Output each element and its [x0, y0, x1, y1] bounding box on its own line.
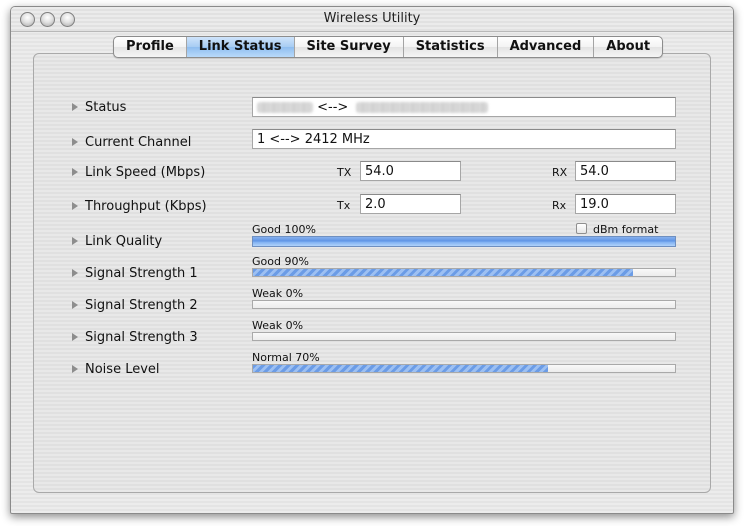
- title-bar[interactable]: Wireless Utility: [11, 7, 733, 32]
- throughput-tx-label: Tx: [337, 199, 351, 212]
- status-arrow: <-->: [317, 100, 349, 115]
- signal-strength-3-meter-text: Weak 0%: [252, 319, 304, 332]
- link-speed-rx-label: RX: [552, 166, 568, 179]
- link-quality-meter-fill: [253, 237, 675, 246]
- disclosure-triangle-icon[interactable]: [72, 202, 78, 210]
- link-quality-row[interactable]: Link Quality: [72, 233, 162, 249]
- noise-level-label: Noise Level: [85, 361, 160, 377]
- signal-strength-3-label: Signal Strength 3: [85, 329, 198, 345]
- tab-about[interactable]: About: [594, 37, 662, 57]
- signal-strength-2-row[interactable]: Signal Strength 2: [72, 297, 198, 313]
- disclosure-triangle-icon[interactable]: [72, 333, 78, 341]
- link-speed-tx-field: 54.0: [360, 161, 461, 181]
- disclosure-triangle-icon[interactable]: [72, 237, 78, 245]
- tab-profile[interactable]: Profile: [114, 37, 187, 57]
- disclosure-triangle-icon[interactable]: [72, 138, 78, 146]
- throughput-row[interactable]: Throughput (Kbps): [72, 198, 207, 214]
- signal-strength-2-meter: [252, 300, 676, 309]
- link-speed-row[interactable]: Link Speed (Mbps): [72, 164, 205, 180]
- current-channel-field: 1 <--> 2412 MHz: [252, 129, 676, 149]
- signal-strength-3-meter: [252, 332, 676, 341]
- redacted-ssid: [257, 102, 313, 113]
- link-quality-meter: [252, 236, 676, 247]
- throughput-rx-field: 19.0: [575, 194, 676, 214]
- current-channel-label: Current Channel: [85, 134, 192, 150]
- signal-strength-1-label: Signal Strength 1: [85, 265, 198, 281]
- tab-link-status[interactable]: Link Status: [186, 37, 295, 57]
- tab-advanced[interactable]: Advanced: [498, 37, 595, 57]
- throughput-tx-field: 2.0: [360, 194, 461, 214]
- disclosure-triangle-icon[interactable]: [72, 365, 78, 373]
- dbm-format-label[interactable]: dBm format: [593, 223, 658, 236]
- disclosure-triangle-icon[interactable]: [72, 269, 78, 277]
- signal-strength-1-meter-fill: [253, 269, 633, 276]
- link-speed-label: Link Speed (Mbps): [85, 164, 206, 180]
- link-speed-rx-field: 54.0: [575, 161, 676, 181]
- signal-strength-2-meter-text: Weak 0%: [252, 287, 304, 300]
- noise-level-row[interactable]: Noise Level: [72, 361, 160, 377]
- status-row[interactable]: Status: [72, 99, 126, 115]
- link-quality-label: Link Quality: [85, 233, 163, 249]
- disclosure-triangle-icon[interactable]: [72, 168, 78, 176]
- signal-strength-1-row[interactable]: Signal Strength 1: [72, 265, 198, 281]
- tab-statistics[interactable]: Statistics: [404, 37, 498, 57]
- redacted-mac-address: [356, 102, 489, 113]
- status-field: <-->: [252, 97, 676, 117]
- throughput-label: Throughput (Kbps): [85, 198, 207, 214]
- disclosure-triangle-icon[interactable]: [72, 103, 78, 111]
- status-label: Status: [85, 99, 127, 115]
- link-speed-tx-label: TX: [337, 166, 352, 179]
- throughput-rx-label: Rx: [552, 199, 567, 212]
- signal-strength-1-meter: [252, 268, 676, 277]
- window-title: Wireless Utility: [323, 11, 421, 26]
- wireless-utility-window: Wireless Utility: [10, 6, 734, 514]
- noise-level-meter: [252, 364, 676, 373]
- disclosure-triangle-icon[interactable]: [72, 301, 78, 309]
- signal-strength-3-row[interactable]: Signal Strength 3: [72, 329, 198, 345]
- tab-bar: Profile Link Status Site Survey Statisti…: [113, 36, 664, 58]
- link-quality-meter-text: Good 100%: [252, 223, 316, 236]
- signal-strength-2-label: Signal Strength 2: [85, 297, 198, 313]
- dbm-format-checkbox[interactable]: [576, 223, 587, 234]
- tab-site-survey[interactable]: Site Survey: [295, 37, 404, 57]
- noise-level-meter-fill: [253, 365, 549, 372]
- signal-strength-1-meter-text: Good 90%: [252, 255, 309, 268]
- current-channel-row[interactable]: Current Channel: [72, 134, 191, 150]
- noise-level-meter-text: Normal 70%: [252, 351, 320, 364]
